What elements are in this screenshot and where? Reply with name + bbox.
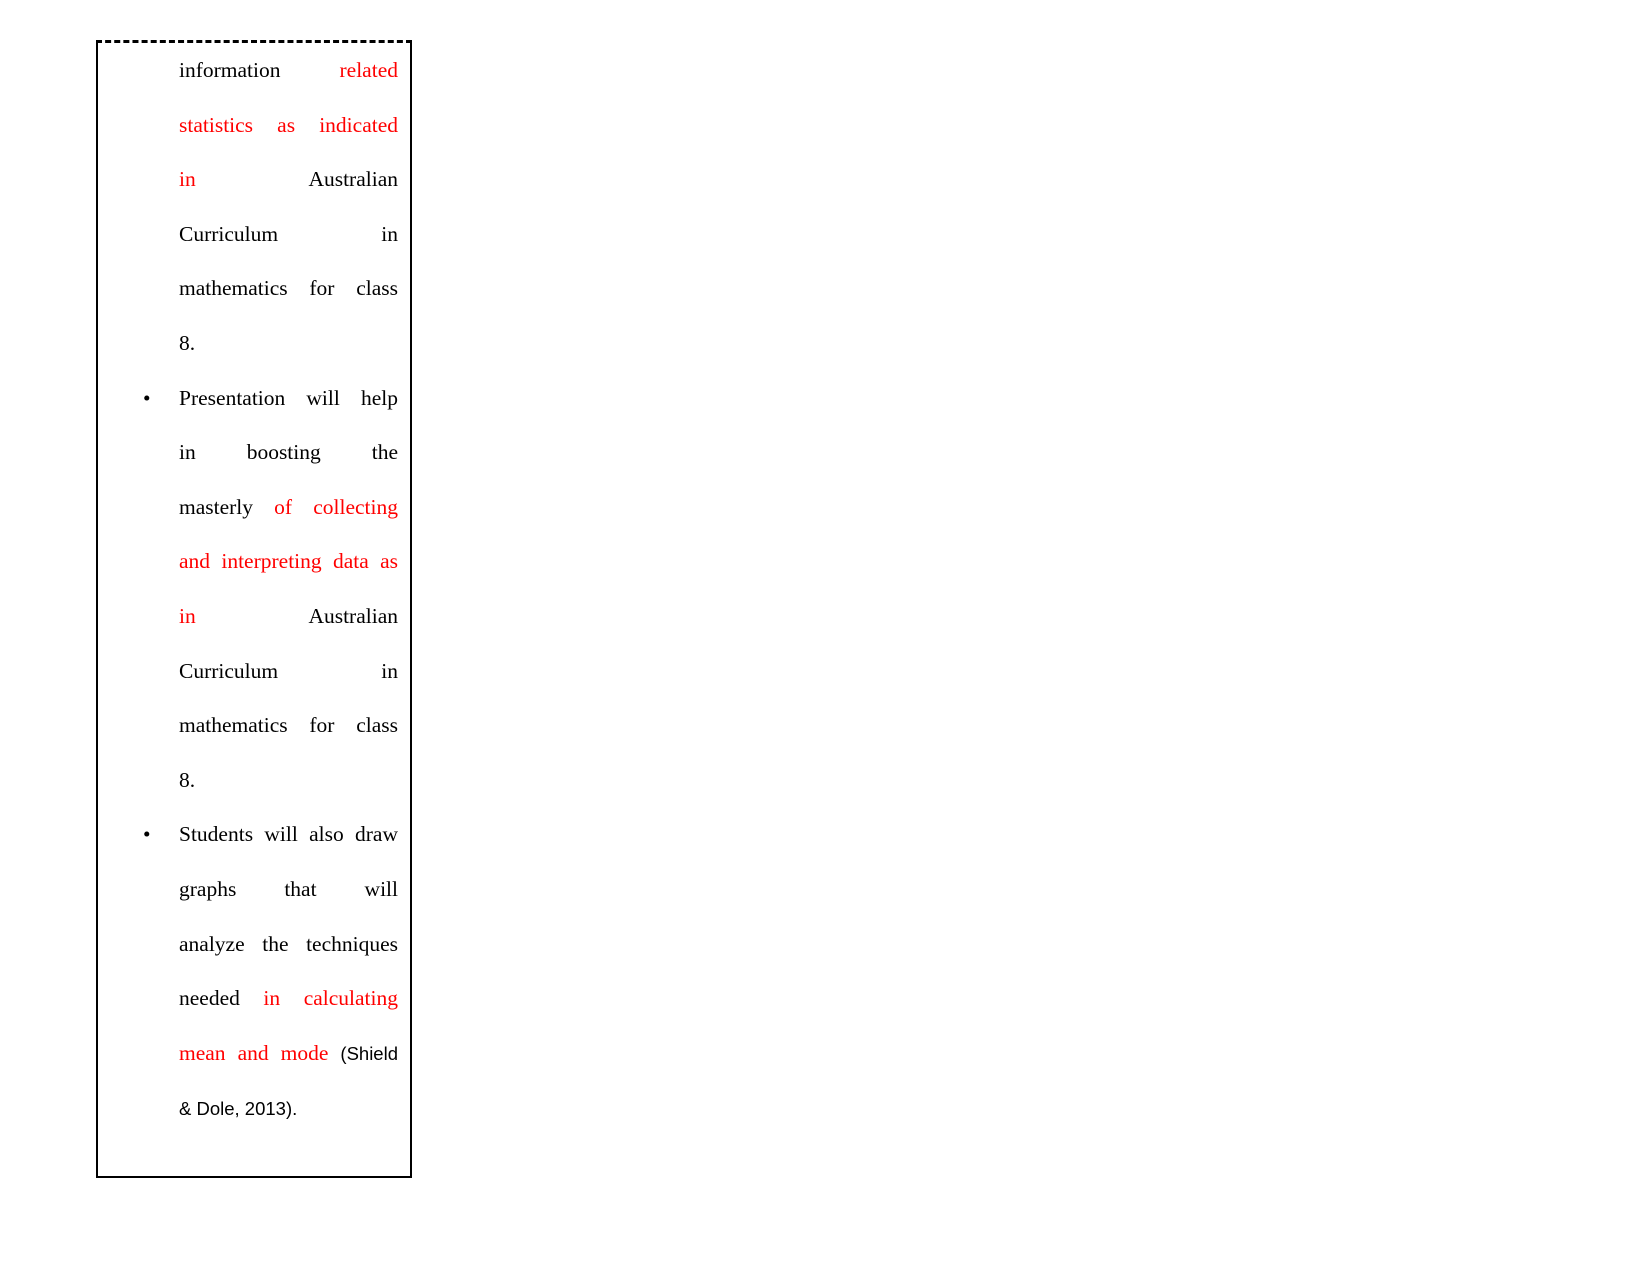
word-highlighted: of	[274, 494, 293, 519]
word-highlighted: interpreting	[221, 549, 322, 574]
text-line: analyze the techniques	[179, 917, 398, 972]
text-line: Curriculum in	[179, 644, 398, 699]
word: Students	[179, 822, 254, 847]
text-line: mean and mode (Shield	[179, 1026, 398, 1082]
text-line: and interpreting data as	[179, 534, 398, 589]
word: Curriculum	[179, 658, 279, 683]
bullet-icon: •	[143, 385, 151, 410]
word: will	[264, 822, 298, 847]
bullet-paragraph-presentation: • Presentation will help in boosting the…	[98, 371, 410, 808]
word-highlighted: in	[179, 603, 196, 628]
word: class	[356, 276, 398, 301]
citation-start: (Shield	[340, 1042, 398, 1064]
text-line: mathematics for class	[179, 698, 398, 753]
word: Australian	[308, 603, 398, 628]
word: help	[360, 385, 398, 410]
word-highlighted: statistics	[179, 112, 254, 137]
word-highlighted: as	[277, 112, 296, 137]
word-highlighted: collecting	[313, 494, 398, 519]
word: will	[306, 385, 340, 410]
text-line: needed in calculating	[179, 971, 398, 1026]
citation-end: & Dole, 2013).	[179, 1098, 298, 1120]
word-highlighted: data	[332, 549, 369, 574]
word: for	[309, 713, 335, 738]
text-line: graphs that will	[179, 862, 398, 917]
word: mathematics	[179, 276, 288, 301]
word-highlighted: related	[339, 58, 399, 82]
word: Curriculum	[179, 221, 279, 246]
text-line: 8.	[179, 316, 398, 371]
text-line: mathematics for class	[179, 261, 398, 316]
word: 8.	[179, 330, 196, 355]
document-page: information related statistics as indica…	[0, 0, 1650, 1275]
paragraph-continued: information related statistics as indica…	[98, 43, 410, 371]
text-line: in Australian	[179, 589, 398, 644]
word-highlighted: in	[263, 986, 281, 1011]
word: Australian	[308, 167, 398, 192]
word: information	[179, 58, 281, 82]
text-line: statistics as indicated	[179, 98, 398, 153]
text-line: Students will also draw	[179, 807, 398, 862]
word-highlighted: indicated	[319, 112, 399, 137]
cell-content: information related statistics as indica…	[98, 43, 410, 1137]
word: will	[364, 876, 398, 901]
word: the	[262, 931, 289, 956]
word: Presentation	[179, 385, 286, 410]
word-highlighted: calculating	[303, 986, 399, 1011]
word: class	[356, 713, 398, 738]
text-line: 8.	[179, 753, 398, 808]
word: also	[309, 822, 344, 847]
word: for	[309, 276, 335, 301]
word: that	[284, 876, 317, 901]
phrase-highlighted: mean and mode	[179, 1040, 329, 1065]
word: masterly	[179, 494, 254, 519]
text-line: masterly of collecting	[179, 480, 398, 535]
word: graphs	[179, 876, 237, 901]
word: draw	[355, 822, 398, 847]
text-line: & Dole, 2013).	[179, 1081, 398, 1137]
word: mathematics	[179, 713, 288, 738]
text-line: in boosting the	[179, 425, 398, 480]
bullet-paragraph-students: • Students will also draw graphs that wi…	[98, 807, 410, 1137]
word: in	[179, 440, 196, 465]
word-highlighted: as	[380, 549, 399, 574]
word: in	[381, 221, 398, 246]
word: 8.	[179, 767, 196, 792]
text-line: information related	[179, 43, 398, 98]
text-line: in Australian	[179, 152, 398, 207]
text-line: Presentation will help	[179, 371, 398, 426]
word-highlighted: and	[179, 549, 211, 574]
word: in	[381, 658, 398, 683]
bullet-icon: •	[143, 822, 151, 847]
word: needed	[179, 986, 240, 1011]
text-line: Curriculum in	[179, 207, 398, 262]
word: the	[371, 440, 398, 465]
word-highlighted: in	[179, 167, 196, 192]
word: boosting	[246, 440, 321, 465]
word: techniques	[306, 931, 399, 956]
word: analyze	[179, 931, 245, 956]
table-cell-text-box: information related statistics as indica…	[96, 40, 412, 1178]
